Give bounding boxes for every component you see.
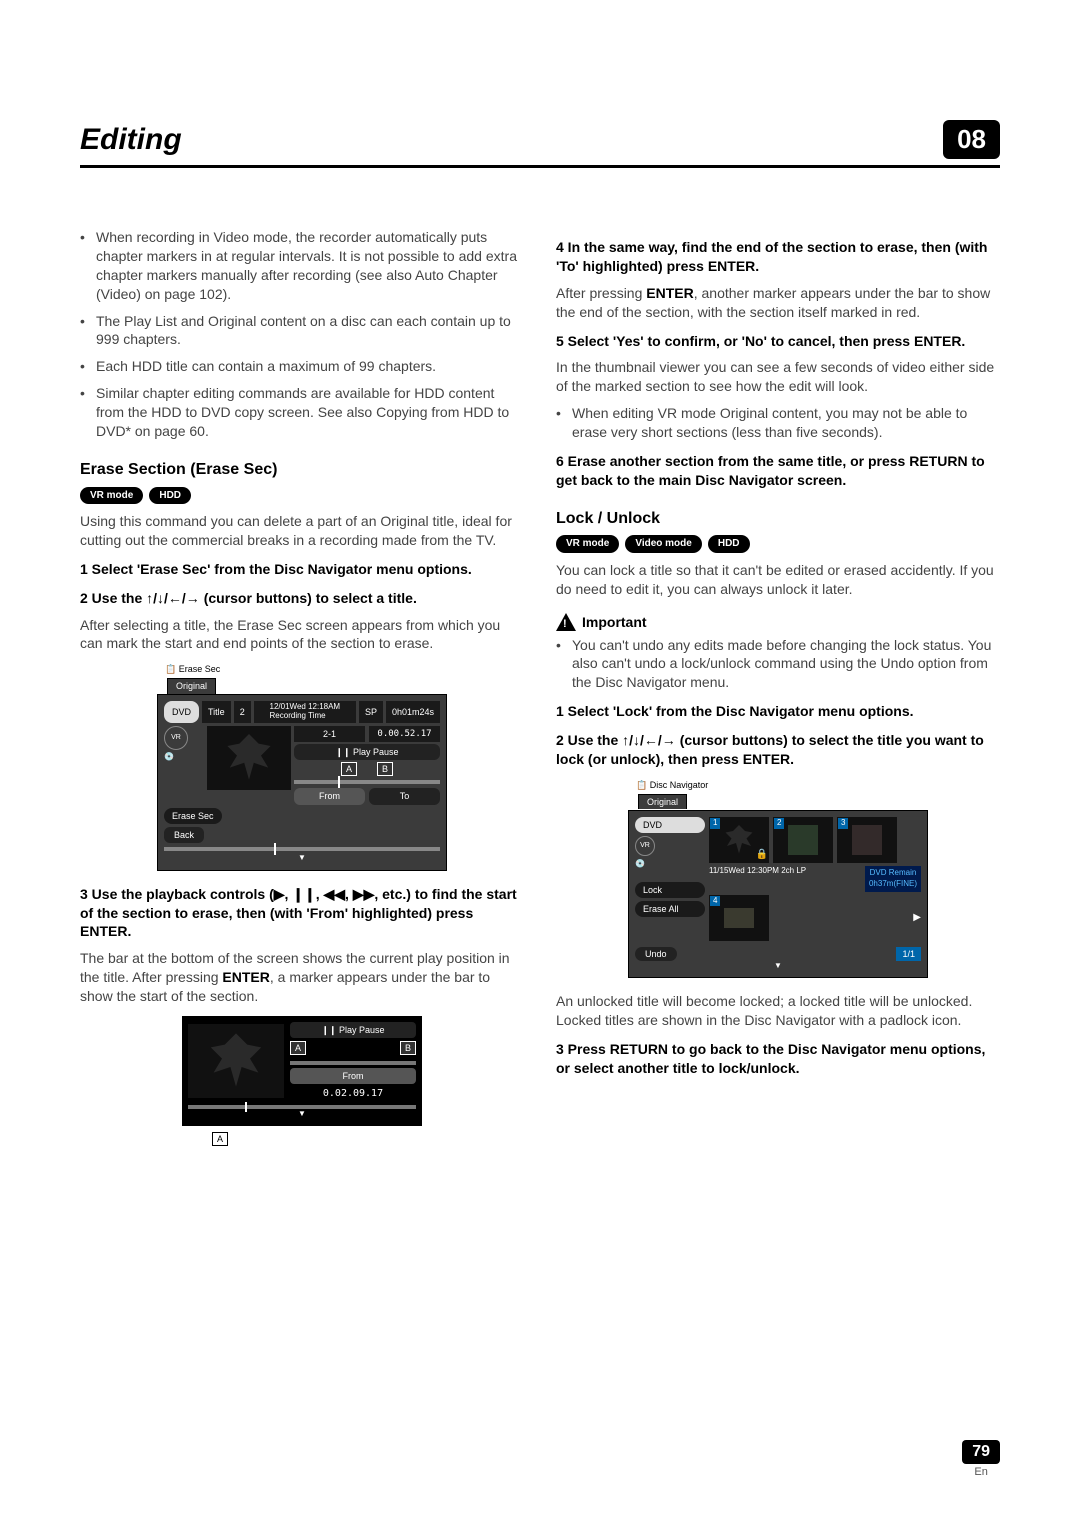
- marker-b: B: [400, 1041, 416, 1055]
- lock-step-3: 3 Press RETURN to go back to the Disc Na…: [556, 1040, 1000, 1078]
- chapter-number-badge: 08: [943, 120, 1000, 159]
- step-6: 6 Erase another section from the same ti…: [556, 452, 1000, 490]
- title-label: Title: [202, 701, 231, 723]
- title-info: 11/15Wed 12:30PM 2ch LP: [709, 866, 806, 892]
- down-arrow-icon: ▼: [164, 853, 440, 864]
- play-pause-button[interactable]: ❙❙ Play Pause: [290, 1022, 416, 1038]
- down-arrow-icon: ▼: [635, 961, 921, 972]
- duration: 0h01m24s: [386, 701, 440, 723]
- dvd-remain: DVD Remain 0h37m(FINE): [865, 866, 921, 892]
- step-2: 2 Use the ↑/↓/←/→ (cursor buttons) to se…: [80, 589, 524, 608]
- thumb-4[interactable]: 4: [709, 895, 769, 941]
- erase-all-menu-item[interactable]: Erase All: [635, 901, 705, 917]
- playback-position-diagram: ❙❙ Play Pause A B From 0.02.09.17: [182, 1016, 422, 1147]
- sp-label: SP: [359, 701, 383, 723]
- chapter-value: 2-1: [294, 726, 365, 742]
- important-label: Important: [582, 613, 647, 632]
- lock-unlock-heading: Lock / Unlock: [556, 508, 1000, 530]
- from-button[interactable]: From: [294, 788, 365, 804]
- step-3-detail: The bar at the bottom of the screen show…: [80, 949, 524, 1006]
- lock-step-2: 2 Use the ↑/↓/←/→ (cursor buttons) to se…: [556, 731, 1000, 769]
- recording-time: 12/01Wed 12:18AM Recording Time: [254, 701, 356, 723]
- right-column: 4 In the same way, find the end of the s…: [556, 228, 1000, 1161]
- mode-pill-hdd: HDD: [149, 487, 191, 505]
- page-footer: 79 En: [962, 1440, 1000, 1478]
- lock-intro-text: You can lock a title so that it can't be…: [556, 561, 1000, 599]
- left-column: When recording in Video mode, the record…: [80, 228, 524, 1161]
- disc-icon: 💿: [164, 752, 204, 763]
- right-arrow-icon: ▶: [913, 911, 921, 925]
- erase-sec-label: Erase Sec: [164, 808, 222, 824]
- disc-icon: 💿: [635, 859, 705, 870]
- dvd-label: DVD: [635, 817, 705, 833]
- thumb-3[interactable]: 3: [837, 817, 897, 863]
- timecode: 0.00.52.17: [369, 726, 440, 742]
- thumb-2[interactable]: 2: [773, 817, 833, 863]
- page-title: Editing: [80, 123, 182, 157]
- thumbnail: [207, 726, 291, 790]
- to-button[interactable]: To: [369, 788, 440, 804]
- mode-pill-vr: VR mode: [80, 487, 143, 505]
- from-button[interactable]: From: [290, 1068, 416, 1084]
- header-rule: [80, 165, 1000, 168]
- step-4-detail: After pressing ENTER, another marker app…: [556, 284, 1000, 322]
- important-bullet: You can't undo any edits made before cha…: [556, 636, 1000, 693]
- marker-a: A: [341, 762, 357, 776]
- undo-button[interactable]: Undo: [635, 947, 677, 961]
- thumbnail: [188, 1024, 284, 1098]
- diagram3-title: Disc Navigator: [650, 780, 709, 790]
- disc-navigator-diagram: 📋 Disc Navigator Original DVD VR 💿 Lock …: [628, 779, 928, 979]
- step-3: 3 Use the playback controls (▶, ❙❙, ◀◀, …: [80, 885, 524, 942]
- diagram3-tab: Original: [638, 794, 687, 809]
- marker-a-below: A: [212, 1132, 228, 1146]
- erase-sec-diagram: 📋 Erase Sec Original DVD Title 2 12/01We…: [157, 663, 447, 870]
- after-diagram-text: An unlocked title will become locked; a …: [556, 992, 1000, 1030]
- step-4: 4 In the same way, find the end of the s…: [556, 238, 1000, 276]
- language-label: En: [962, 1466, 1000, 1478]
- warning-icon: [556, 613, 576, 631]
- back-button[interactable]: Back: [164, 827, 204, 843]
- erase-intro-text: Using this command you can delete a part…: [80, 512, 524, 550]
- bullet-item: Similar chapter editing commands are ava…: [80, 384, 524, 441]
- page-indicator: 1/1: [896, 947, 921, 961]
- step-5-bullet: When editing VR mode Original content, y…: [556, 404, 1000, 442]
- bullet-item: Each HDD title can contain a maximum of …: [80, 357, 524, 376]
- title-number: 2: [234, 701, 251, 723]
- down-arrow-icon: ▼: [188, 1109, 416, 1120]
- page-number: 79: [962, 1440, 1000, 1464]
- vr-icon: VR: [164, 726, 188, 750]
- diagram1-tab: Original: [167, 678, 216, 693]
- step-5: 5 Select 'Yes' to confirm, or 'No' to ca…: [556, 332, 1000, 351]
- lock-step-1: 1 Select 'Lock' from the Disc Navigator …: [556, 702, 1000, 721]
- mode-pill-video: Video mode: [625, 535, 702, 553]
- marker-b: B: [377, 762, 393, 776]
- step-5-detail: In the thumbnail viewer you can see a fe…: [556, 358, 1000, 396]
- bullet-item: When recording in Video mode, the record…: [80, 228, 524, 304]
- step-2-detail: After selecting a title, the Erase Sec s…: [80, 616, 524, 654]
- step-1: 1 Select 'Erase Sec' from the Disc Navig…: [80, 560, 524, 579]
- marker-a: A: [290, 1041, 306, 1055]
- bullet-item: The Play List and Original content on a …: [80, 312, 524, 350]
- lock-menu-item[interactable]: Lock: [635, 882, 705, 898]
- timecode: 0.02.09.17: [290, 1087, 416, 1101]
- mode-pill-hdd: HDD: [708, 535, 750, 553]
- lock-icon: 🔒: [756, 848, 768, 862]
- diagram1-title: Erase Sec: [179, 664, 221, 674]
- thumb-1[interactable]: 1🔒: [709, 817, 769, 863]
- dvd-label: DVD: [164, 701, 199, 723]
- vr-icon: VR: [635, 836, 655, 856]
- play-pause-button[interactable]: ❙❙ Play Pause: [294, 744, 440, 760]
- erase-section-heading: Erase Section (Erase Sec): [80, 459, 524, 481]
- mode-pill-vr: VR mode: [556, 535, 619, 553]
